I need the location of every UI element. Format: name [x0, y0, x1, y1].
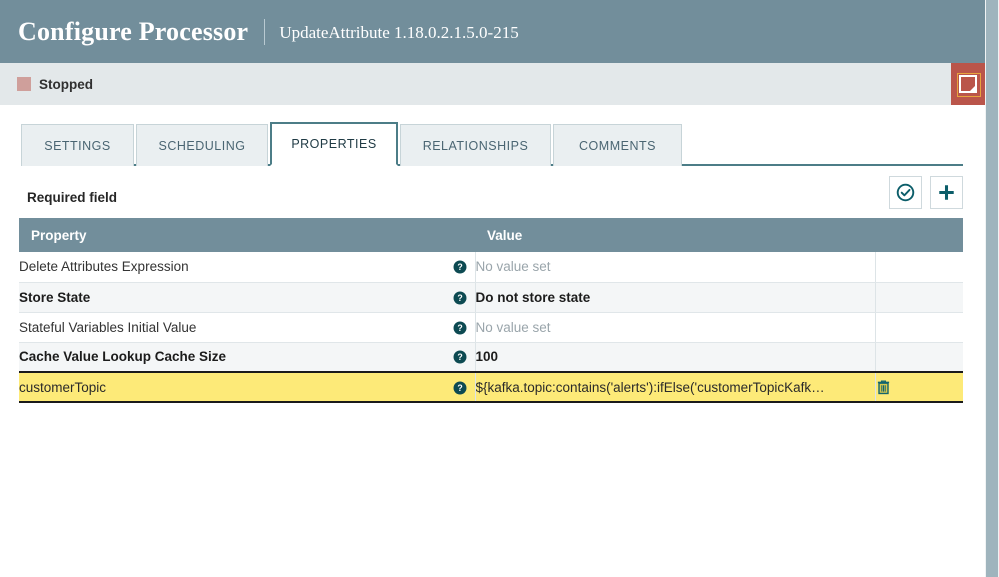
- property-value-cell[interactable]: No value set: [474, 312, 875, 343]
- trash-icon[interactable]: [876, 379, 891, 395]
- status-bar: Stopped: [0, 63, 951, 105]
- property-name-cell: Stateful Variables Initial Value: [19, 312, 445, 343]
- tab-scheduling-label: SCHEDULING: [158, 138, 246, 153]
- check-circle-icon: [896, 183, 915, 202]
- tab-comments[interactable]: COMMENTS: [553, 124, 682, 166]
- add-property-button[interactable]: [930, 176, 963, 209]
- property-action-cell: [874, 282, 963, 313]
- tab-relationships-label: RELATIONSHIPS: [422, 138, 529, 153]
- property-action-cell: [874, 371, 963, 403]
- verify-properties-button[interactable]: [889, 176, 922, 209]
- table-header: Property Value: [19, 218, 963, 252]
- processor-type-version: UpdateAttribute 1.18.0.2.1.5.0-215: [279, 22, 519, 42]
- property-value-cell[interactable]: ${kafka.topic:contains('alerts'):ifElse(…: [474, 371, 875, 403]
- svg-text:?: ?: [457, 323, 462, 333]
- note-icon: [957, 73, 981, 97]
- property-action-cell: [874, 252, 963, 283]
- property-value-cell[interactable]: 100: [474, 342, 875, 373]
- table-row[interactable]: Stateful Variables Initial Value ? No va…: [19, 312, 963, 343]
- table-body: Delete Attributes Expression ? No value …: [19, 252, 963, 403]
- property-value-cell[interactable]: Do not store state: [474, 282, 875, 313]
- tab-scheduling[interactable]: SCHEDULING: [136, 124, 268, 166]
- property-value-cell[interactable]: No value set: [474, 252, 875, 283]
- tab-properties[interactable]: PROPERTIES: [270, 122, 398, 166]
- column-header-value: Value: [475, 218, 963, 252]
- svg-text:?: ?: [457, 353, 462, 363]
- column-header-property: Property: [19, 218, 475, 252]
- property-name-cell: customerTopic: [19, 371, 445, 403]
- property-help-cell[interactable]: ?: [445, 312, 475, 343]
- table-row[interactable]: Cache Value Lookup Cache Size ? 100: [19, 342, 963, 373]
- question-circle-icon[interactable]: ?: [453, 350, 467, 364]
- status-indicator-icon: [17, 77, 31, 91]
- property-name-cell: Store State: [19, 282, 445, 313]
- status-badge: Stopped: [39, 76, 93, 92]
- tab-comments-label: COMMENTS: [579, 138, 656, 153]
- property-help-cell[interactable]: ?: [445, 282, 475, 313]
- table-header-row: Property Value: [19, 218, 963, 252]
- property-name-cell: Delete Attributes Expression: [19, 252, 445, 283]
- vertical-scrollbar[interactable]: [985, 0, 999, 577]
- toolbar-actions: [889, 176, 963, 209]
- question-circle-icon[interactable]: ?: [453, 260, 467, 274]
- question-circle-icon[interactable]: ?: [453, 321, 467, 335]
- tab-settings[interactable]: SETTINGS: [21, 124, 134, 166]
- property-help-cell[interactable]: ?: [445, 252, 475, 283]
- property-action-cell: [874, 312, 963, 343]
- required-field-label: Required field: [27, 189, 118, 205]
- svg-text:?: ?: [457, 293, 462, 303]
- title-divider: [264, 18, 266, 45]
- properties-toolbar: Required field: [27, 176, 963, 216]
- table-row[interactable]: customerTopic ? ${kafka.topic:contains('…: [19, 371, 963, 403]
- svg-text:?: ?: [457, 383, 462, 393]
- tab-properties-label: PROPERTIES: [291, 137, 377, 151]
- dialog-header: Configure Processor UpdateAttribute 1.18…: [0, 0, 985, 63]
- page-title: Configure Processor: [18, 16, 249, 46]
- tab-relationships[interactable]: RELATIONSHIPS: [400, 124, 551, 166]
- question-circle-icon[interactable]: ?: [453, 291, 467, 305]
- svg-text:?: ?: [457, 263, 462, 273]
- comments-note-button[interactable]: [951, 63, 985, 105]
- question-circle-icon[interactable]: ?: [453, 381, 467, 395]
- property-help-cell[interactable]: ?: [445, 371, 475, 403]
- plus-icon: [937, 183, 956, 202]
- properties-table: Property Value Delete Attributes Express…: [19, 218, 963, 403]
- property-name-cell: Cache Value Lookup Cache Size: [19, 342, 445, 373]
- property-help-cell[interactable]: ?: [445, 342, 475, 373]
- tab-settings-label: SETTINGS: [44, 138, 111, 153]
- property-action-cell: [874, 342, 963, 373]
- tab-strip: SETTINGS SCHEDULING PROPERTIES RELATIONS…: [21, 122, 963, 166]
- vertical-scrollbar-thumb[interactable]: [986, 0, 998, 577]
- configure-processor-dialog: Configure Processor UpdateAttribute 1.18…: [0, 0, 999, 577]
- table-row[interactable]: Store State ? Do not store state: [19, 282, 963, 313]
- table-row[interactable]: Delete Attributes Expression ? No value …: [19, 252, 963, 283]
